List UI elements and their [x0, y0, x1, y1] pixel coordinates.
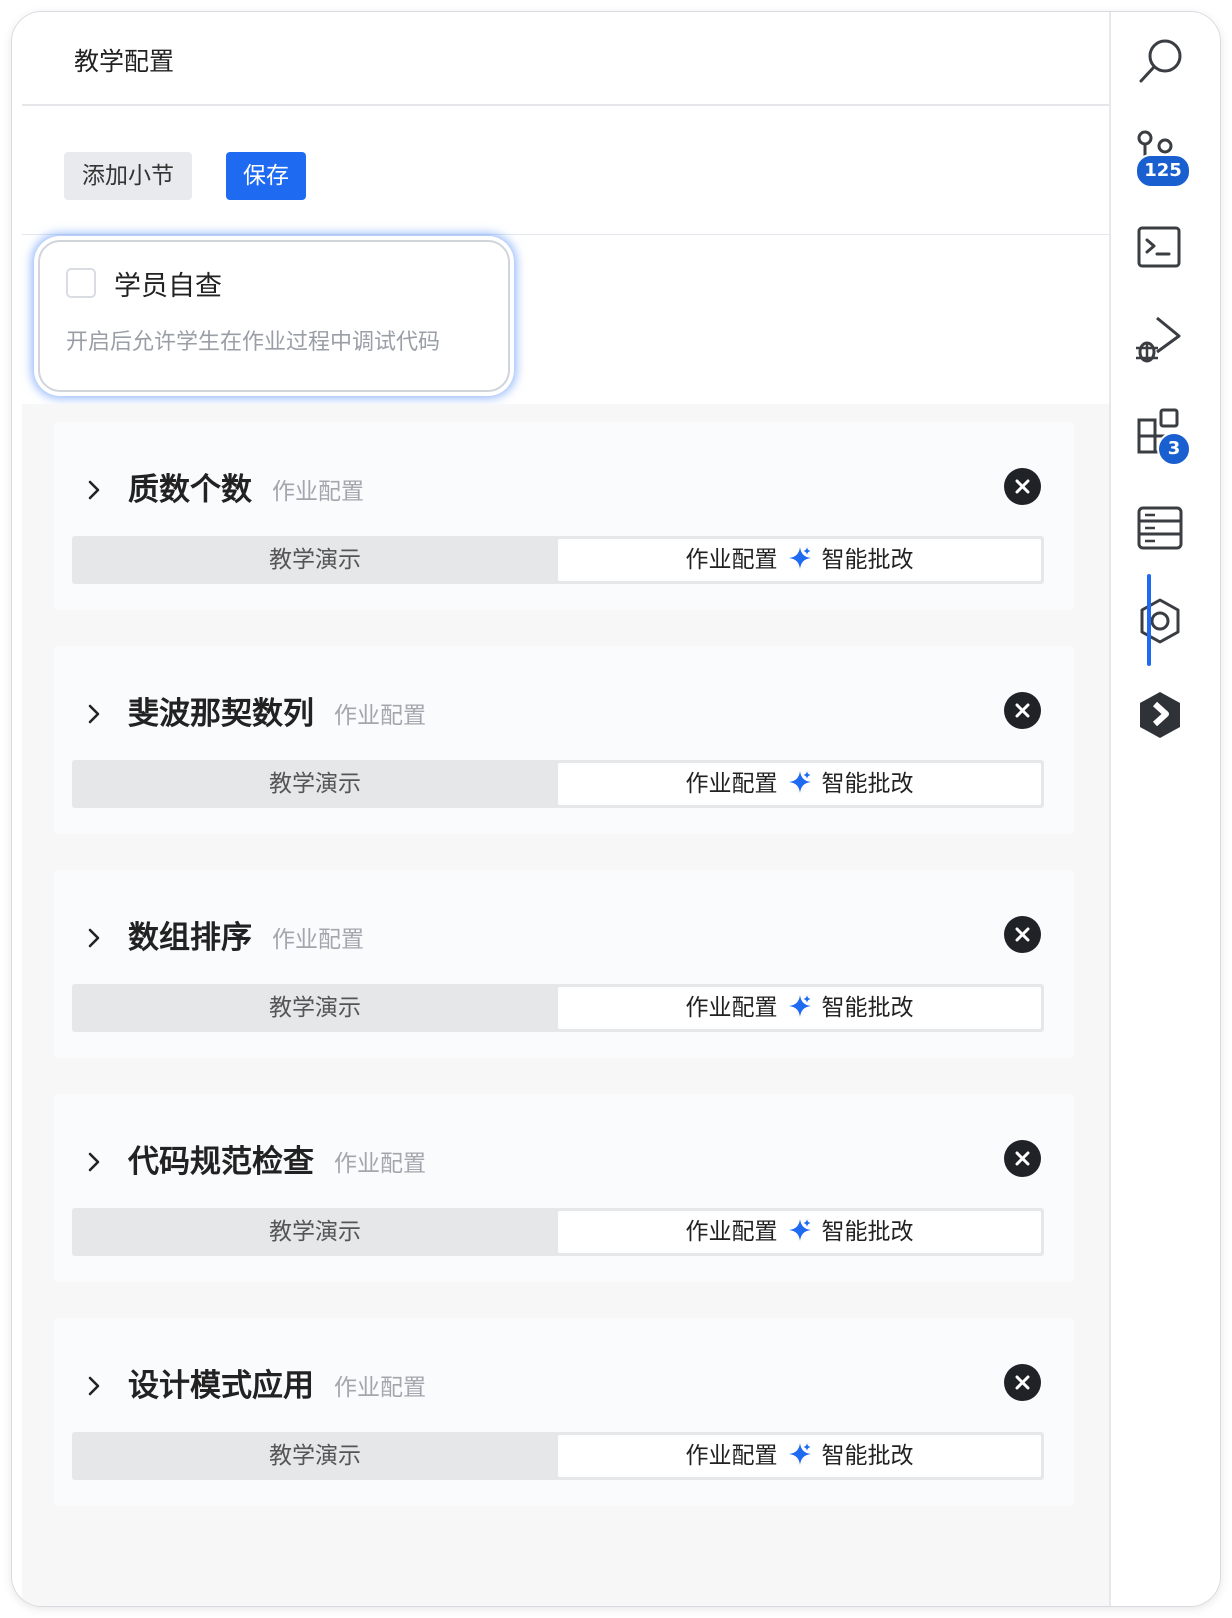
close-icon: [1015, 1151, 1030, 1166]
app-window: 教学配置 添加小节 保存 学员自查 开启后允许学生在作业过程中调试代码 质数个数…: [12, 12, 1220, 1606]
section-tabs: 教学演示 作业配置 智能批改: [72, 536, 1044, 584]
self-check-description: 开启后允许学生在作业过程中调试代码: [66, 330, 441, 355]
run-debug-icon[interactable]: [1133, 312, 1189, 368]
section-subtitle: 作业配置: [334, 1375, 426, 1401]
tab-homework-config[interactable]: 作业配置 智能批改: [558, 987, 1041, 1029]
close-icon: [1015, 703, 1030, 718]
section-subtitle: 作业配置: [334, 703, 426, 729]
section-card: 斐波那契数列 作业配置 教学演示 作业配置 智能批改: [54, 646, 1074, 834]
settings-hexagon-icon[interactable]: [1133, 594, 1189, 650]
section-list: 质数个数 作业配置 教学演示 作业配置 智能批改 斐波那契数列 作业配置 教学演…: [22, 404, 1109, 1606]
chevron-right-icon[interactable]: [84, 928, 104, 948]
active-indicator: [1147, 574, 1151, 666]
chevron-right-icon[interactable]: [84, 1152, 104, 1172]
section-card: 数组排序 作业配置 教学演示 作业配置 智能批改: [54, 870, 1074, 1058]
sparkle-icon: [788, 1443, 811, 1465]
tab-ai-grading-label: 智能批改: [821, 995, 914, 1021]
section-tabs: 教学演示 作业配置 智能批改: [72, 760, 1044, 808]
chevron-right-icon[interactable]: [84, 480, 104, 500]
self-check-card[interactable]: 学员自查 开启后允许学生在作业过程中调试代码: [38, 240, 510, 392]
tab-teaching-demo[interactable]: 教学演示: [72, 984, 558, 1032]
tab-homework-config[interactable]: 作业配置 智能批改: [558, 1435, 1041, 1477]
app-logo-icon[interactable]: [1133, 688, 1189, 744]
close-icon: [1015, 1375, 1030, 1390]
section-title[interactable]: 斐波那契数列: [128, 688, 314, 733]
terminal-icon[interactable]: [1133, 220, 1189, 276]
sparkle-icon: [788, 771, 811, 793]
section-tabs: 教学演示 作业配置 智能批改: [72, 1432, 1044, 1480]
section-title[interactable]: 数组排序: [128, 912, 252, 957]
remove-section-button[interactable]: [1004, 468, 1041, 505]
chevron-right-icon[interactable]: [84, 704, 104, 724]
source-control-badge: 125: [1135, 154, 1191, 188]
page-title: 教学配置: [74, 47, 175, 76]
close-icon: [1015, 927, 1030, 942]
close-icon: [1015, 479, 1030, 494]
self-check-label: 学员自查: [114, 271, 222, 302]
remove-section-button[interactable]: [1004, 916, 1041, 953]
section-tabs: 教学演示 作业配置 智能批改: [72, 984, 1044, 1032]
section-card: 代码规范检查 作业配置 教学演示 作业配置 智能批改: [54, 1094, 1074, 1282]
tab-ai-grading-label: 智能批改: [821, 1219, 914, 1245]
page-header: 教学配置: [22, 12, 1109, 106]
section-title[interactable]: 代码规范检查: [128, 1136, 314, 1181]
section-card: 质数个数 作业配置 教学演示 作业配置 智能批改: [54, 422, 1074, 610]
server-icon[interactable]: [1133, 500, 1189, 556]
section-tabs: 教学演示 作业配置 智能批改: [72, 1208, 1044, 1256]
tab-homework-config[interactable]: 作业配置 智能批改: [558, 1211, 1041, 1253]
tab-ai-grading-label: 智能批改: [821, 771, 914, 797]
chevron-right-icon[interactable]: [84, 1376, 104, 1396]
tab-homework-label: 作业配置: [685, 1219, 778, 1245]
section-card: 设计模式应用 作业配置 教学演示 作业配置 智能批改: [54, 1318, 1074, 1506]
tab-homework-label: 作业配置: [685, 995, 778, 1021]
sparkle-icon: [788, 1219, 811, 1241]
activity-bar: 125 3: [1109, 12, 1220, 1606]
section-subtitle: 作业配置: [334, 1151, 426, 1177]
self-check-checkbox[interactable]: [66, 268, 96, 298]
tab-homework-label: 作业配置: [685, 547, 778, 573]
tab-ai-grading-label: 智能批改: [821, 547, 914, 573]
extensions-badge: 3: [1157, 432, 1191, 466]
remove-section-button[interactable]: [1004, 1140, 1041, 1177]
tab-ai-grading-label: 智能批改: [821, 1443, 914, 1469]
main-panel: 教学配置 添加小节 保存 学员自查 开启后允许学生在作业过程中调试代码 质数个数…: [12, 12, 1109, 1606]
sparkle-icon: [788, 547, 811, 569]
remove-section-button[interactable]: [1004, 692, 1041, 729]
tab-homework-label: 作业配置: [685, 771, 778, 797]
search-icon[interactable]: [1133, 34, 1189, 90]
tab-homework-config[interactable]: 作业配置 智能批改: [558, 763, 1041, 805]
section-title[interactable]: 质数个数: [128, 464, 252, 509]
section-title[interactable]: 设计模式应用: [128, 1360, 314, 1405]
section-subtitle: 作业配置: [272, 927, 364, 953]
sparkle-icon: [788, 995, 811, 1017]
tab-teaching-demo[interactable]: 教学演示: [72, 1208, 558, 1256]
toolbar: 添加小节 保存: [22, 106, 1109, 235]
tab-homework-label: 作业配置: [685, 1443, 778, 1469]
tab-homework-config[interactable]: 作业配置 智能批改: [558, 539, 1041, 581]
tab-teaching-demo[interactable]: 教学演示: [72, 536, 558, 584]
tab-teaching-demo[interactable]: 教学演示: [72, 1432, 558, 1480]
tab-teaching-demo[interactable]: 教学演示: [72, 760, 558, 808]
save-button[interactable]: 保存: [226, 152, 306, 200]
remove-section-button[interactable]: [1004, 1364, 1041, 1401]
section-subtitle: 作业配置: [272, 479, 364, 505]
add-section-button[interactable]: 添加小节: [64, 152, 192, 200]
